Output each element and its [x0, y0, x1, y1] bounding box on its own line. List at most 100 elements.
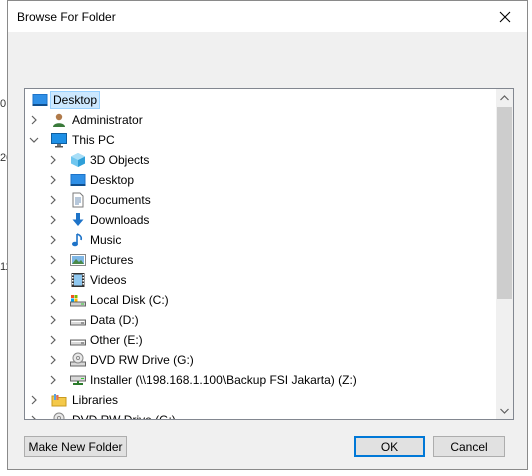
- chevron-right-icon: [31, 395, 37, 405]
- tree-item[interactable]: 3D Objects: [25, 150, 496, 170]
- tree-expander[interactable]: [47, 174, 59, 186]
- tree-expander[interactable]: [47, 154, 59, 166]
- tree-item[interactable]: Installer (\\198.168.1.100\Backup FSI Ja…: [25, 370, 496, 390]
- cancel-button[interactable]: Cancel: [433, 436, 505, 457]
- tree-item-label: Libraries: [72, 393, 119, 407]
- tree-expander[interactable]: [47, 354, 59, 366]
- tree-item[interactable]: Data (D:): [25, 310, 496, 330]
- browse-for-folder-dialog: Browse For Folder Desktop Administrator Th…: [7, 0, 528, 470]
- tree-item[interactable]: Pictures: [25, 250, 496, 270]
- tree-item-label: Downloads: [90, 213, 150, 227]
- chevron-right-icon: [50, 175, 56, 185]
- chevron-right-icon: [31, 415, 36, 419]
- close-button[interactable]: [483, 1, 527, 32]
- tree-item-label: This PC: [72, 133, 115, 147]
- tree-item[interactable]: Administrator: [25, 110, 496, 130]
- desktop-icon: [32, 92, 48, 108]
- tree-item[interactable]: DVD RW Drive (G:): [25, 410, 496, 419]
- tree-item-label: Videos: [90, 273, 127, 287]
- tree-item[interactable]: Other (E:): [25, 330, 496, 350]
- tree-item[interactable]: DVD RW Drive (G:): [25, 350, 496, 370]
- tree-expander[interactable]: [47, 194, 59, 206]
- tree-expander[interactable]: [47, 374, 59, 386]
- tree-item-label: Local Disk (C:): [90, 293, 169, 307]
- chevron-right-icon: [50, 295, 56, 305]
- chevron-down-icon: [29, 137, 39, 143]
- title-bar: Browse For Folder: [8, 1, 527, 32]
- tree-item-label: DVD RW Drive (G:): [90, 353, 194, 367]
- chevron-right-icon: [50, 215, 56, 225]
- vertical-scrollbar[interactable]: [496, 89, 513, 419]
- tree-item[interactable]: Libraries: [25, 390, 496, 410]
- tree-item-label: 3D Objects: [90, 153, 150, 167]
- tree-item[interactable]: Documents: [25, 190, 496, 210]
- music-icon: [70, 232, 86, 248]
- tree-item[interactable]: This PC: [25, 130, 496, 150]
- tree-item-label: Data (D:): [90, 313, 139, 327]
- tree-item-label: Documents: [90, 193, 151, 207]
- document-icon: [70, 192, 86, 208]
- background-text-fragment: 0: [0, 98, 7, 110]
- tree-item[interactable]: Desktop: [25, 170, 496, 190]
- tree-item-label: DVD RW Drive (G:): [70, 413, 178, 419]
- scroll-thumb[interactable]: [497, 107, 512, 299]
- tree-item-label: Pictures: [90, 253, 134, 267]
- chevron-right-icon: [50, 375, 56, 385]
- user-icon: [51, 112, 67, 128]
- tree-item-label: Administrator: [72, 113, 143, 127]
- close-icon: [499, 11, 511, 22]
- dvd-drive-icon: [51, 412, 67, 419]
- folder-tree[interactable]: Desktop Administrator This PC 3D Objects Des…: [24, 88, 514, 420]
- dvd-drive-icon: [70, 352, 86, 368]
- tree-item[interactable]: Desktop: [25, 90, 496, 110]
- computer-icon: [51, 132, 67, 148]
- make-new-folder-button[interactable]: Make New Folder: [24, 436, 127, 457]
- cube-icon: [70, 152, 86, 168]
- download-icon: [70, 212, 86, 228]
- tree-item-label: Other (E:): [90, 333, 143, 347]
- tree-expander[interactable]: [28, 414, 40, 419]
- network-drive-icon: [70, 372, 86, 388]
- tree-item-label: Desktop: [90, 173, 135, 187]
- pictures-icon: [70, 252, 86, 268]
- chevron-right-icon: [50, 155, 56, 165]
- tree-item[interactable]: Videos: [25, 270, 496, 290]
- folder-tree-viewport: Desktop Administrator This PC 3D Objects Des…: [25, 89, 496, 419]
- library-icon: [51, 392, 67, 408]
- drive-icon: [70, 312, 86, 328]
- tree-expander[interactable]: [47, 334, 59, 346]
- chevron-right-icon: [50, 255, 56, 265]
- dialog-title: Browse For Folder: [17, 10, 116, 24]
- tree-item[interactable]: Music: [25, 230, 496, 250]
- chevron-right-icon: [50, 355, 56, 365]
- chevron-right-icon: [50, 275, 56, 285]
- tree-expander[interactable]: [47, 294, 59, 306]
- video-icon: [70, 272, 86, 288]
- tree-expander[interactable]: [47, 274, 59, 286]
- tree-expander[interactable]: [47, 214, 59, 226]
- tree-item-label: Installer (\\198.168.1.100\Backup FSI Ja…: [90, 373, 357, 387]
- tree-expander[interactable]: [47, 254, 59, 266]
- ok-button[interactable]: OK: [354, 436, 425, 457]
- scroll-up-button[interactable]: [496, 89, 513, 106]
- chevron-right-icon: [50, 335, 56, 345]
- chevron-right-icon: [50, 315, 56, 325]
- chevron-right-icon: [31, 115, 37, 125]
- system-drive-icon: [70, 292, 86, 308]
- scroll-down-button[interactable]: [496, 402, 513, 419]
- tree-expander[interactable]: [28, 134, 40, 146]
- desktop-icon: [70, 172, 86, 188]
- chevron-right-icon: [50, 235, 56, 245]
- tree-expander[interactable]: [47, 314, 59, 326]
- drive-icon: [70, 332, 86, 348]
- chevron-down-icon: [500, 408, 509, 414]
- tree-expander[interactable]: [28, 114, 40, 126]
- chevron-up-icon: [500, 94, 509, 100]
- tree-item[interactable]: Local Disk (C:): [25, 290, 496, 310]
- chevron-right-icon: [50, 195, 56, 205]
- tree-expander[interactable]: [28, 394, 40, 406]
- tree-expander[interactable]: [47, 234, 59, 246]
- tree-item-label: Desktop: [50, 91, 101, 109]
- tree-item[interactable]: Downloads: [25, 210, 496, 230]
- tree-item-label: Music: [90, 233, 122, 247]
